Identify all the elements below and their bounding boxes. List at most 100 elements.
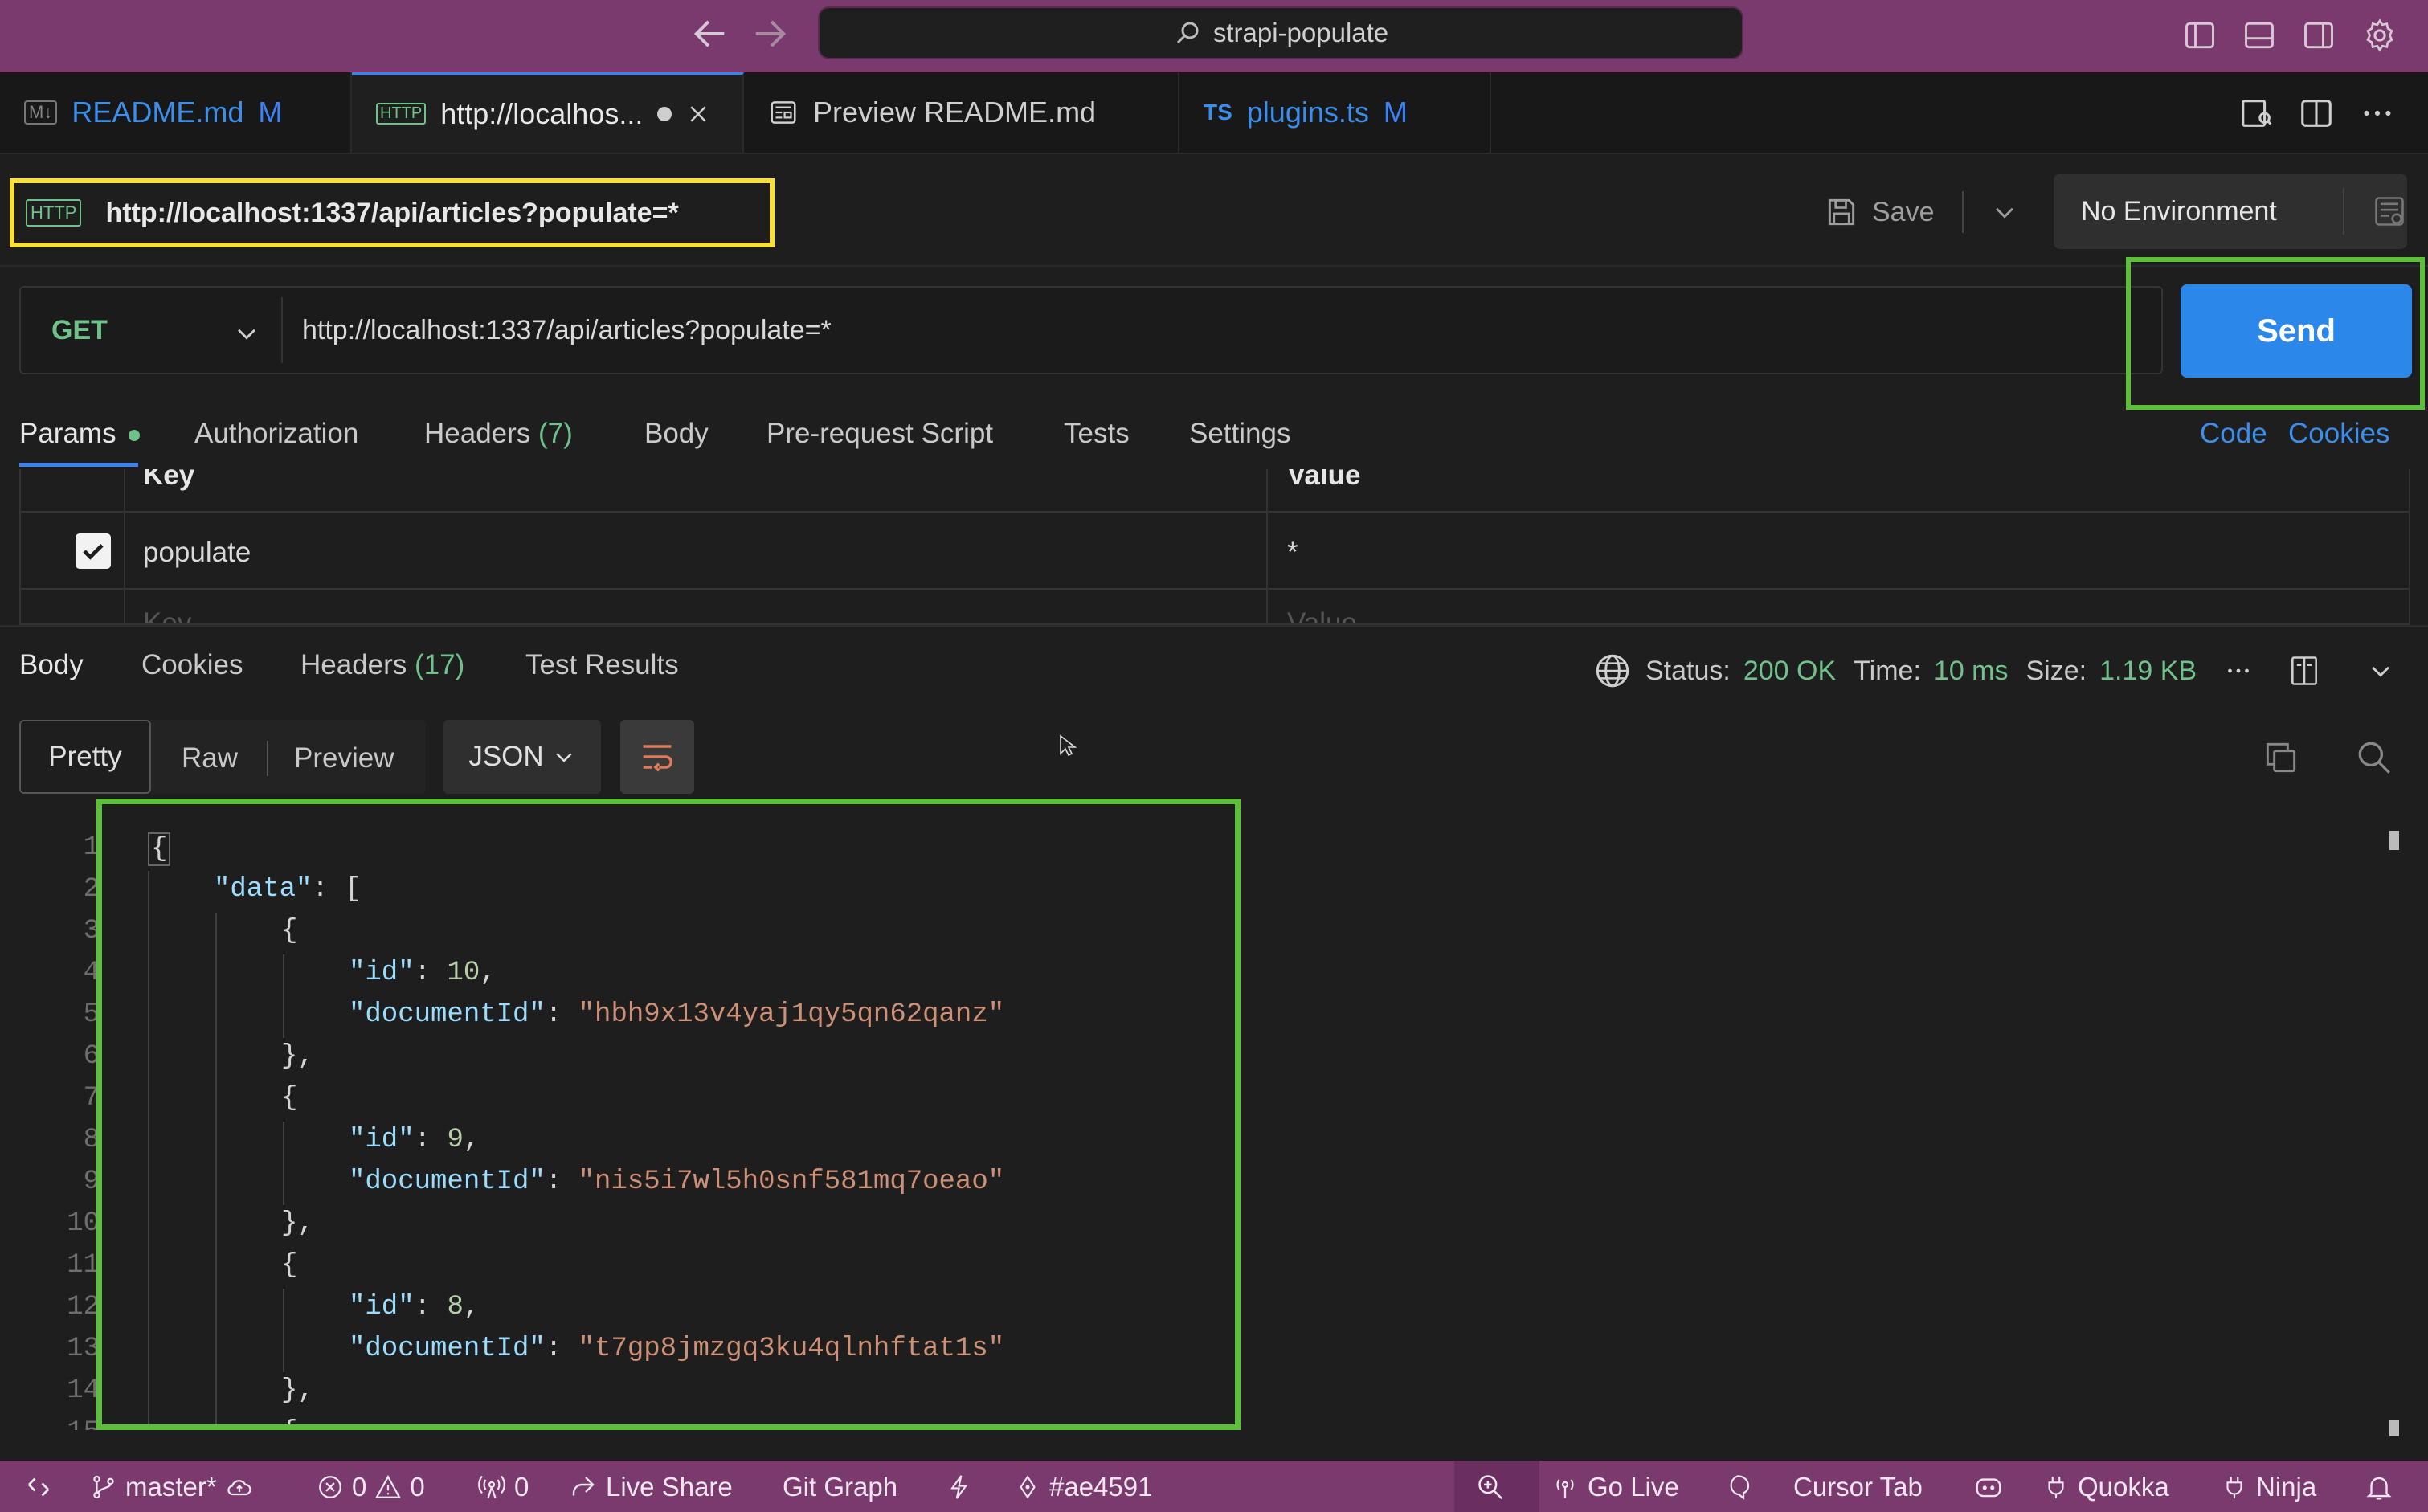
response-tab-test-results[interactable]: Test Results [525,649,679,681]
collapse-chevron-icon[interactable] [2367,657,2394,684]
go-live-button[interactable]: Go Live [1551,1470,1679,1504]
param-enabled-checkbox[interactable] [76,533,111,569]
tab-authorization[interactable]: Authorization [194,418,358,450]
url-input[interactable]: http://localhost:1337/api/articles?popul… [302,315,832,346]
line-number: 12 [67,1292,100,1322]
chevron-down-icon[interactable] [1991,198,2018,226]
markdown-icon: M↓ [24,100,58,125]
open-preview-icon[interactable] [2238,95,2275,132]
problems-indicator[interactable]: 0 0 [317,1470,425,1504]
pretty-button[interactable]: Pretty [19,720,151,794]
status-label: Status: [1645,655,1731,686]
method-select[interactable]: GET [51,315,108,346]
tab-headers[interactable]: Headers (7) [424,418,573,450]
tab-http-request[interactable]: HTTP http://localhos... [352,72,744,153]
save-button[interactable]: Save [1824,190,2018,235]
more-icon[interactable] [2224,656,2253,685]
param-key[interactable]: populate [143,537,251,569]
settings-gear-icon[interactable] [2359,14,2401,56]
split-editor-icon[interactable] [2298,95,2335,132]
toggle-panel-icon[interactable] [2238,14,2280,56]
commit-hash: #ae4591 [1049,1472,1153,1502]
divider [0,265,2428,267]
request-title[interactable]: http://localhost:1337/api/articles?popul… [105,198,678,229]
line-number: 6 [83,1041,100,1072]
quokka-label: Quokka [2078,1472,2169,1502]
tab-params[interactable]: Params [19,418,141,450]
request-title-highlight: HTTP http://localhost:1337/api/articles?… [10,178,775,247]
tab-readme[interactable]: M↓ README.md M [0,72,352,153]
search-icon [1173,18,1202,47]
git-graph-button[interactable]: Git Graph [783,1470,897,1504]
live-share-button[interactable]: Live Share [569,1470,733,1504]
ports-indicator[interactable]: 0 [477,1470,529,1504]
preview-button[interactable]: Preview [294,742,394,774]
tab-pre-request-script[interactable]: Pre-request Script [766,418,993,450]
ports-count: 0 [514,1472,529,1502]
globe-icon [1592,651,1633,691]
response-body-highlight [96,799,1241,1430]
commit-indicator[interactable]: #ae4591 [1014,1470,1152,1504]
copilot-icon[interactable] [1973,1470,2004,1504]
value-column-header: Value [1287,469,1361,491]
toggle-primary-sidebar-icon[interactable] [2179,14,2221,56]
line-number: 7 [83,1083,100,1114]
zoom-icon[interactable] [1475,1470,1506,1504]
status-value: 200 OK [1743,655,1837,686]
param-value-input[interactable]: Value [1287,607,1357,623]
param-value[interactable]: * [1287,537,1298,569]
environment-selector[interactable]: No Environment [2054,174,2407,249]
raw-button[interactable]: Raw [182,742,238,774]
code-link[interactable]: Code [2200,418,2267,450]
arrow-right-icon[interactable] [749,13,791,55]
response-tab-cookies[interactable]: Cookies [141,649,243,681]
branch-name: master* [125,1472,217,1502]
arrow-left-icon[interactable] [689,13,731,55]
go-live-label: Go Live [1588,1472,1679,1502]
response-tab-headers[interactable]: Headers (17) [300,649,464,681]
cookies-link[interactable]: Cookies [2288,418,2389,450]
close-icon[interactable] [686,102,710,126]
line-number: 3 [83,916,100,946]
broadcast-icon [1551,1473,1580,1502]
ninja-button[interactable]: Ninja [2221,1470,2316,1504]
scrollbar-end[interactable] [2389,1420,2399,1436]
copy-icon[interactable] [2261,738,2301,778]
command-center-search[interactable]: strapi-populate [818,6,1743,59]
tab-settings[interactable]: Settings [1189,418,1290,450]
tab-label: Params [19,418,116,449]
time-label: Time: [1854,655,1921,686]
pointer-cursor-icon [1059,734,1078,757]
line-number: 11 [67,1250,100,1281]
more-actions-icon[interactable] [2359,95,2396,132]
tab-plugins-ts[interactable]: TS plugins.ts M [1179,72,1491,153]
search-icon[interactable] [2354,738,2394,778]
toggle-secondary-sidebar-icon[interactable] [2298,14,2340,56]
chevron-down-icon[interactable] [233,320,260,347]
git-branch[interactable]: master* [90,1470,254,1504]
tab-tests[interactable]: Tests [1064,418,1130,450]
quokka-button[interactable]: Quokka [2042,1470,2169,1504]
layout-toggle-icon[interactable] [2287,653,2322,689]
error-icon [317,1473,344,1501]
ninja-label: Ninja [2256,1472,2317,1502]
word-wrap-button[interactable] [620,720,694,794]
word-wrap-icon [643,745,673,772]
send-button[interactable]: Send [2181,284,2412,378]
format-select[interactable]: JSON [443,720,601,794]
response-status-bar: Status: 200 OK Time: 10 ms Size: 1.19 KB [1592,651,2394,691]
environment-manage-icon[interactable] [2372,194,2407,229]
feedback-icon[interactable] [1724,1470,1753,1504]
scrollbar-thumb[interactable] [2389,831,2399,850]
notifications-bell-icon[interactable] [2364,1470,2394,1504]
tab-preview-readme[interactable]: Preview README.md [744,72,1179,153]
param-key-input[interactable]: Key [143,607,191,623]
line-number: 9 [83,1167,100,1197]
format-label: JSON [468,741,544,772]
remote-icon[interactable] [24,1470,53,1504]
lightning-icon[interactable] [946,1470,974,1504]
tab-body[interactable]: Body [644,418,709,450]
plug-icon [2042,1473,2070,1501]
cursor-tab-button[interactable]: Cursor Tab [1793,1470,1923,1504]
response-tab-body[interactable]: Body [19,649,84,681]
